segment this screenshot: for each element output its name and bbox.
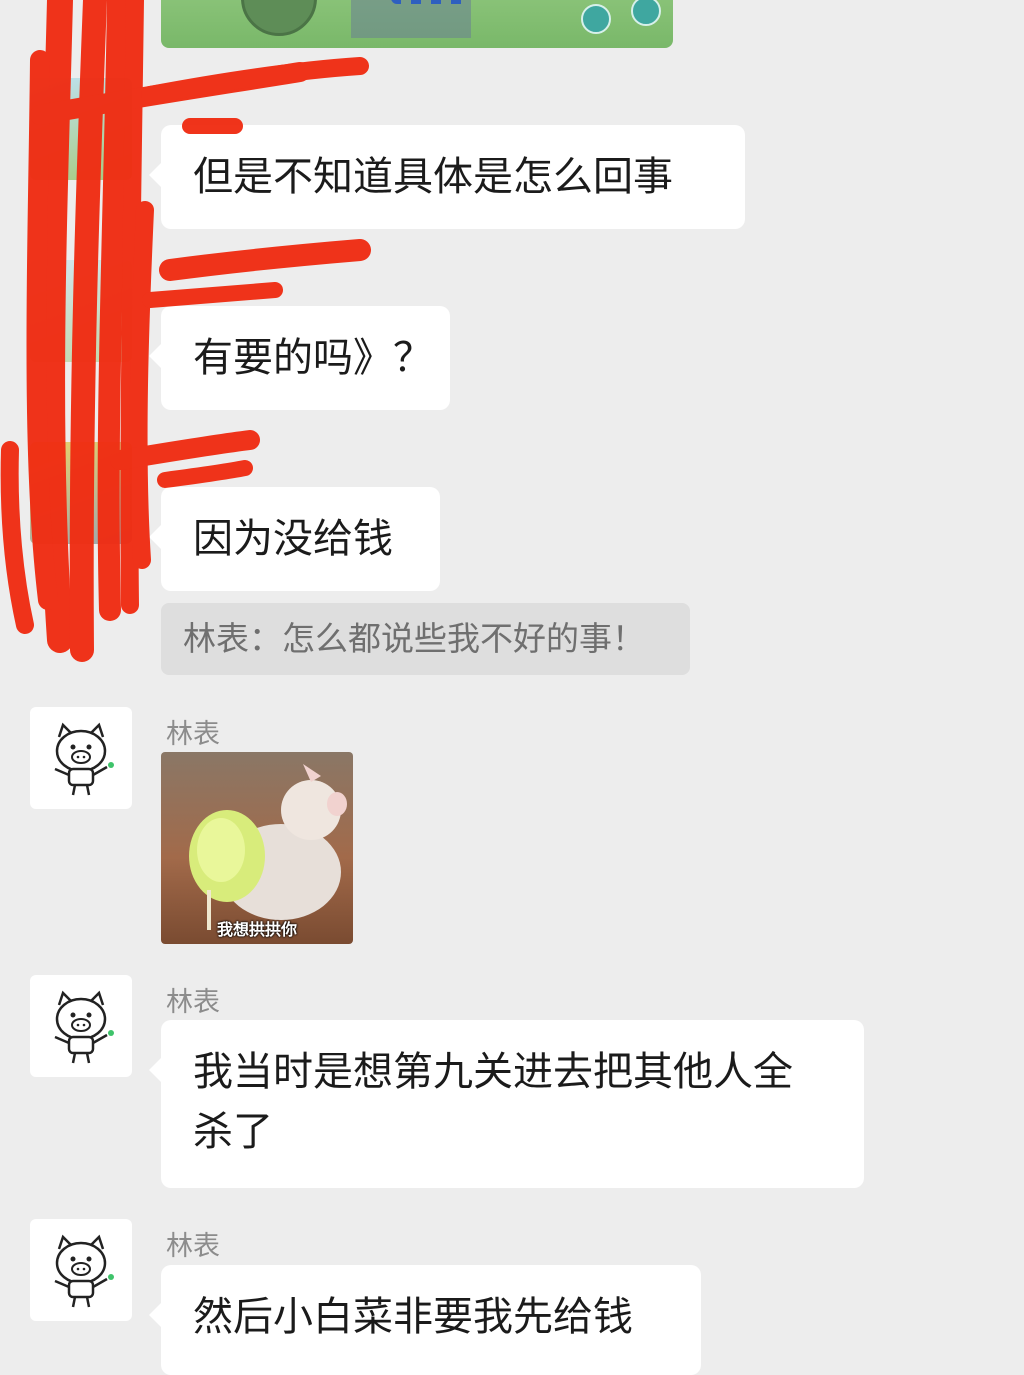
message-bubble[interactable]: 但是不知道具体是怎么回事 — [149, 125, 745, 229]
avatar[interactable] — [30, 260, 132, 362]
avatar[interactable] — [30, 1219, 132, 1321]
game-orb — [631, 0, 661, 26]
message-bubble[interactable]: 然后小白菜非要我先给钱 — [149, 1265, 701, 1375]
pig-cartoon-avatar-icon — [54, 990, 114, 1064]
sticker-caption: 我想拱拱你 — [216, 920, 297, 939]
game-screenshot-image[interactable] — [161, 0, 673, 48]
sender-name: 林表 — [166, 987, 220, 1017]
game-skill-bar — [391, 0, 471, 4]
message-bubble[interactable]: 有要的吗》？ — [149, 306, 450, 410]
message-bubble[interactable]: 我当时是想第九关进去把其他人全杀了 — [149, 1020, 864, 1188]
sender-name: 林表 — [166, 719, 220, 749]
system-notice: 林表：怎么都说些我不好的事！ — [161, 603, 690, 675]
pig-cartoon-avatar-icon — [54, 722, 114, 796]
pig-cartoon-avatar-icon — [54, 1234, 114, 1308]
message-bubble[interactable]: 因为没给钱 — [149, 487, 440, 591]
sender-name: 林表 — [166, 1231, 220, 1261]
avatar[interactable] — [30, 975, 132, 1077]
sticker-image[interactable]: 我想拱拱你 — [161, 752, 353, 944]
avatar[interactable] — [30, 442, 132, 544]
avatar[interactable] — [30, 707, 132, 809]
game-orb — [581, 4, 611, 34]
game-panel — [351, 0, 471, 38]
game-map-disc — [241, 0, 317, 36]
avatar[interactable] — [30, 78, 132, 180]
